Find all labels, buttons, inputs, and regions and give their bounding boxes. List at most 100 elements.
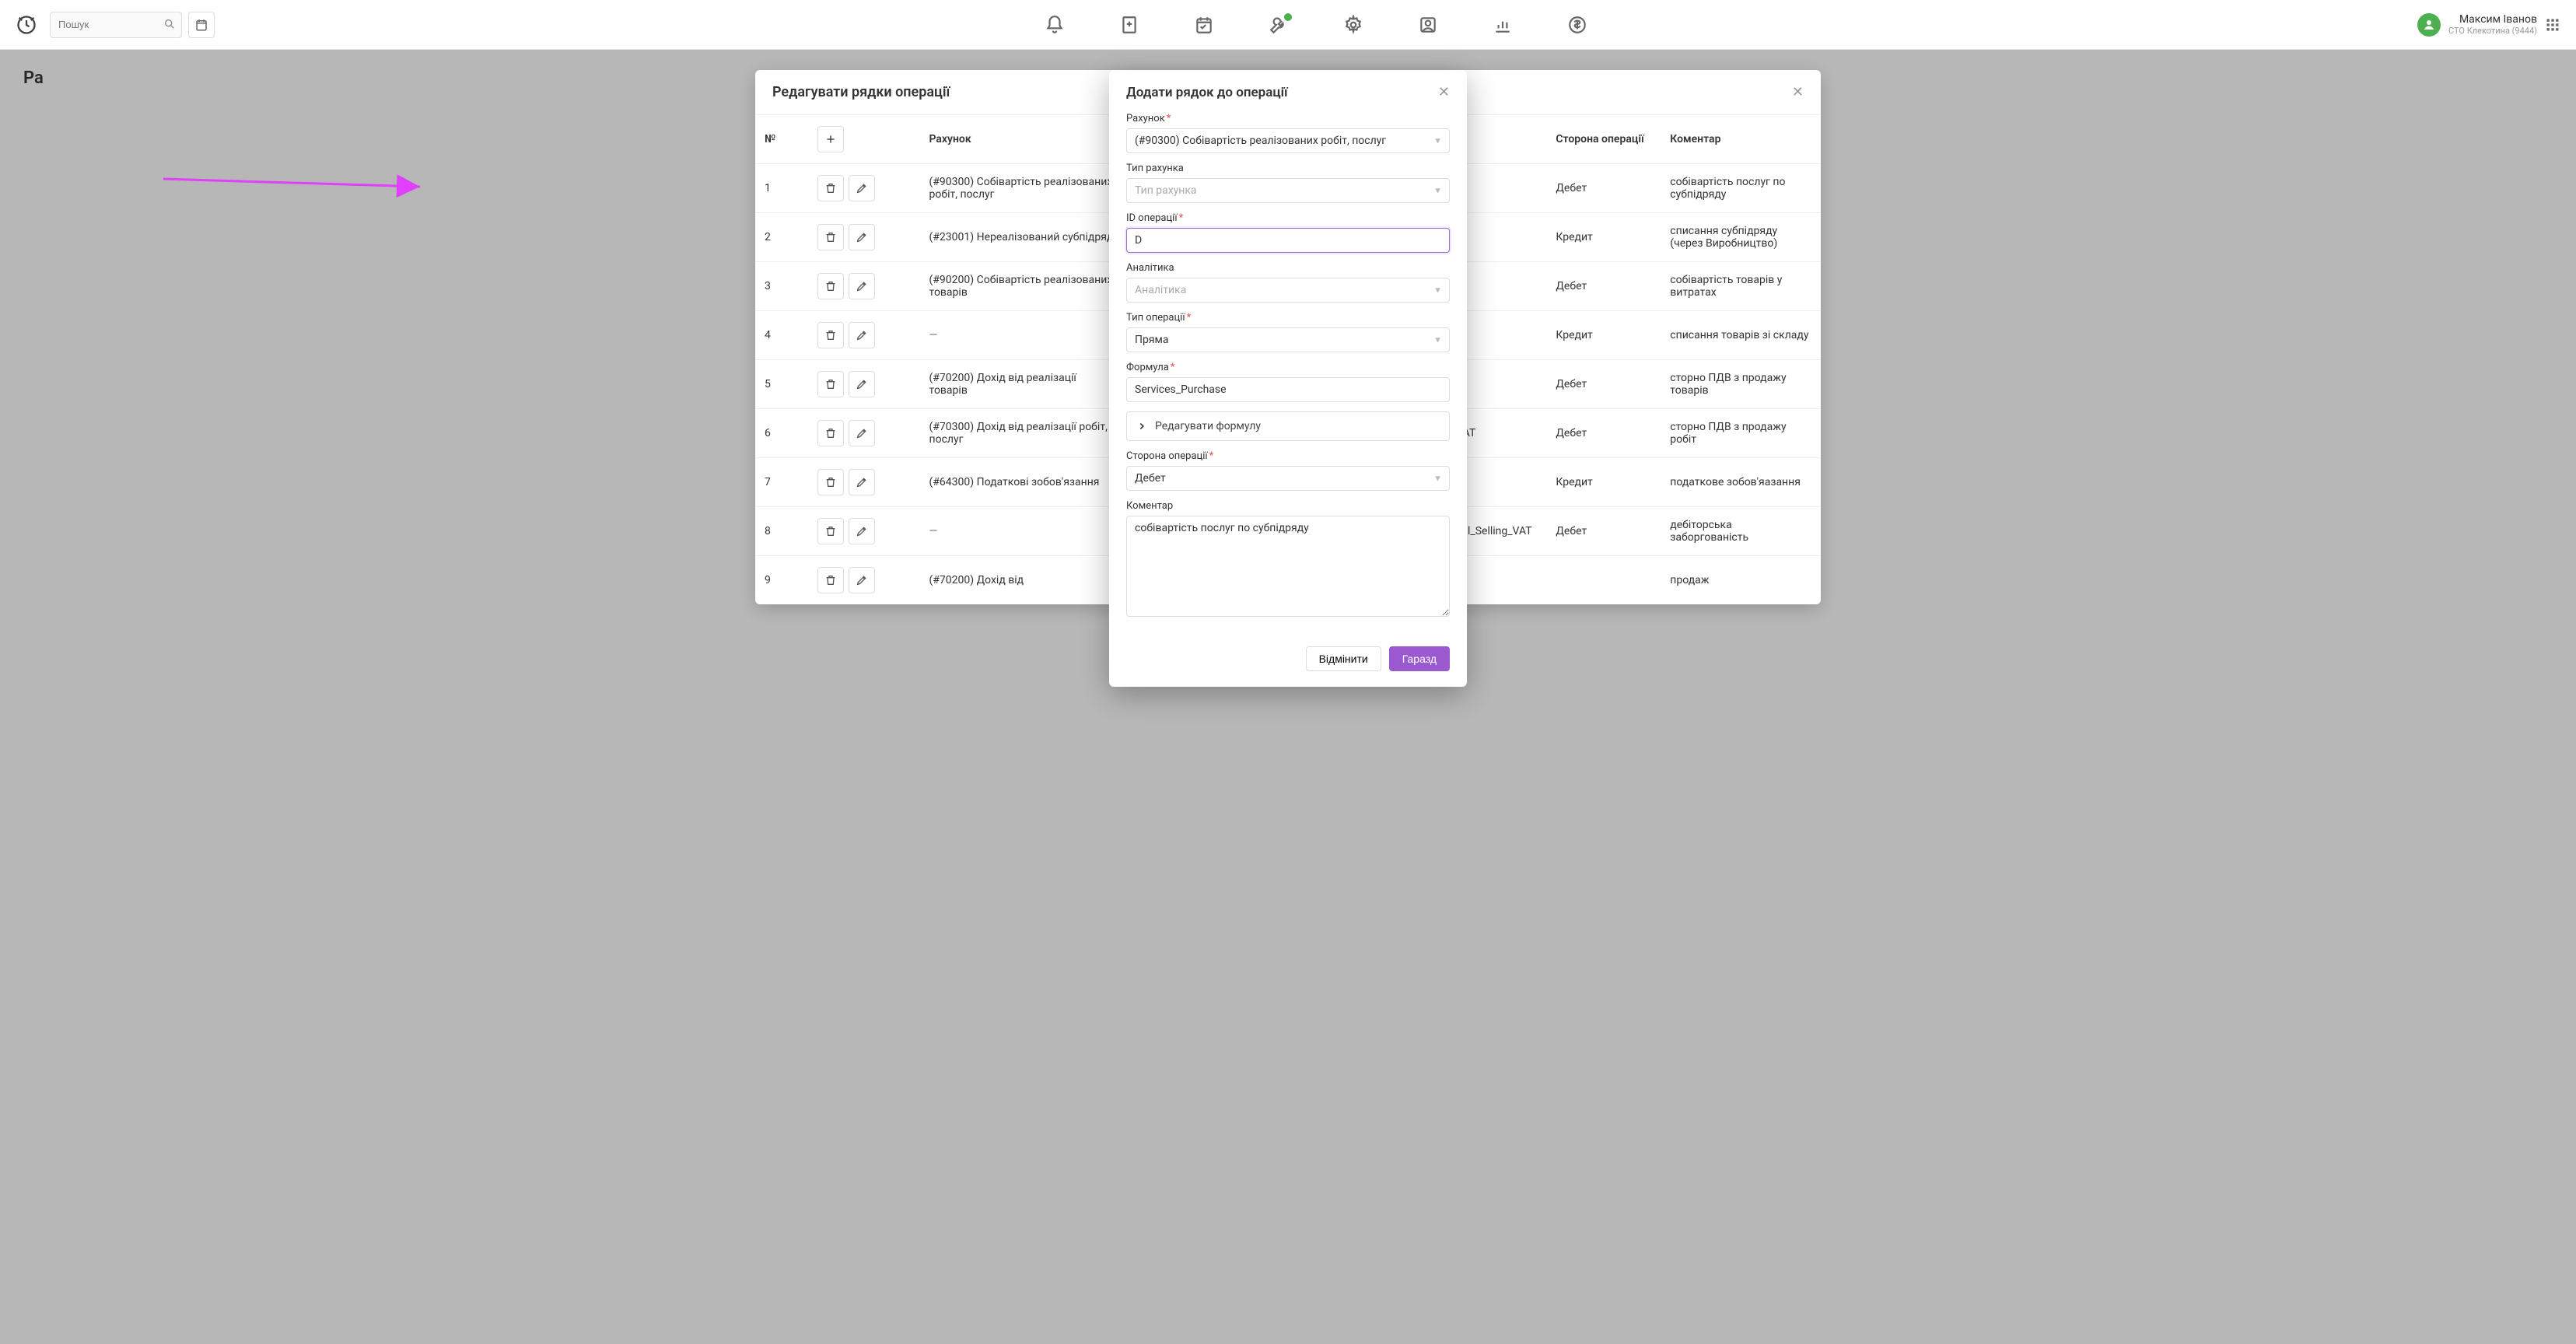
cell-actions <box>808 213 920 262</box>
apps-grid-icon[interactable] <box>2545 17 2560 33</box>
cell-side: Кредит <box>1546 458 1661 507</box>
delete-button[interactable] <box>817 371 844 397</box>
delete-button[interactable] <box>817 322 844 348</box>
side-select[interactable]: Дебет <box>1126 466 1450 491</box>
cell-account: — <box>920 311 1125 360</box>
cell-comment: сторно ПДВ з продажу робіт <box>1661 409 1821 458</box>
cell-num: 1 <box>755 164 808 213</box>
edit-formula-label: Редагувати формулу <box>1155 420 1261 432</box>
label-op-type: Тип операції* <box>1126 312 1450 324</box>
acc-type-select[interactable]: Тип рахунка <box>1126 178 1450 203</box>
label-side: Сторона операції* <box>1126 450 1450 462</box>
close-icon[interactable]: ✕ <box>1438 84 1450 100</box>
cell-comment: списання товарів зі складу <box>1661 311 1821 360</box>
delete-button[interactable] <box>817 518 844 544</box>
analytics-select[interactable]: Аналітика <box>1126 278 1450 303</box>
bell-icon[interactable] <box>1045 15 1065 35</box>
cell-side: Дебет <box>1546 360 1661 409</box>
schedule-icon[interactable] <box>1194 15 1214 35</box>
col-comment: Коментар <box>1661 115 1821 164</box>
cell-comment: собівартість послуг по субпідряду <box>1661 164 1821 213</box>
cell-side <box>1546 556 1661 605</box>
add-row-button[interactable] <box>817 126 844 152</box>
cell-account: — <box>920 507 1125 556</box>
cell-actions <box>808 458 920 507</box>
delete-button[interactable] <box>817 175 844 201</box>
cell-comment: собівартість товарів у витратах <box>1661 262 1821 311</box>
label-account: Рахунок* <box>1126 113 1450 124</box>
cell-num: 6 <box>755 409 808 458</box>
label-op-id: ID операції* <box>1126 212 1450 224</box>
col-account: Рахунок <box>920 115 1125 164</box>
edit-button[interactable] <box>849 175 875 201</box>
search-input[interactable] <box>50 12 182 38</box>
cell-comment: продаж <box>1661 556 1821 605</box>
topbar: Максим Іванов СТО Клекотина (9444) <box>0 0 2576 50</box>
edit-button[interactable] <box>849 420 875 446</box>
col-side: Сторона операції <box>1546 115 1661 164</box>
cell-side: Дебет <box>1546 507 1661 556</box>
cell-comment: списання субпідряду (через Виробництво) <box>1661 213 1821 262</box>
delete-button[interactable] <box>817 420 844 446</box>
cell-side: Дебет <box>1546 262 1661 311</box>
cell-actions <box>808 556 920 605</box>
edit-formula-expander[interactable]: Редагувати формулу <box>1126 411 1450 441</box>
op-type-select[interactable]: Пряма <box>1126 327 1450 352</box>
modal1-title: Редагувати рядки операції <box>772 84 950 100</box>
avatar <box>2417 13 2441 37</box>
comment-textarea[interactable] <box>1126 516 1450 617</box>
cell-num: 8 <box>755 507 808 556</box>
cell-account: (#90300) Собівартість реалізованих робіт… <box>920 164 1125 213</box>
search-icon[interactable] <box>163 18 176 30</box>
cell-num: 3 <box>755 262 808 311</box>
edit-button[interactable] <box>849 567 875 593</box>
money-icon[interactable] <box>1567 15 1587 35</box>
ok-button[interactable]: Гаразд <box>1389 646 1450 671</box>
app-logo-icon[interactable] <box>16 14 37 36</box>
edit-button[interactable] <box>849 322 875 348</box>
cancel-button[interactable]: Відмінити <box>1306 646 1381 671</box>
cell-account: (#64300) Податкові зобов'язання <box>920 458 1125 507</box>
cell-actions <box>808 360 920 409</box>
cell-actions <box>808 262 920 311</box>
op-id-input[interactable] <box>1126 228 1450 253</box>
wrench-icon[interactable] <box>1269 15 1289 35</box>
delete-button[interactable] <box>817 469 844 495</box>
delete-button[interactable] <box>817 567 844 593</box>
label-analytics: Аналітика <box>1126 262 1450 274</box>
calendar-button[interactable] <box>188 12 215 38</box>
col-number: № <box>755 115 808 164</box>
cell-num: 7 <box>755 458 808 507</box>
edit-button[interactable] <box>849 518 875 544</box>
close-icon[interactable]: ✕ <box>1792 84 1804 100</box>
user-name: Максим Іванов <box>2459 13 2537 26</box>
edit-button[interactable] <box>849 273 875 299</box>
cell-comment: сторно ПДВ з продажу товарів <box>1661 360 1821 409</box>
add-row-modal: Додати рядок до операції ✕ Рахунок* (#90… <box>1109 70 1467 687</box>
cell-side: Кредит <box>1546 311 1661 360</box>
chart-icon[interactable] <box>1493 15 1513 35</box>
cell-num: 2 <box>755 213 808 262</box>
gear-icon[interactable] <box>1343 15 1363 35</box>
edit-button[interactable] <box>849 469 875 495</box>
delete-button[interactable] <box>817 224 844 250</box>
cell-actions <box>808 409 920 458</box>
cell-account: (#70200) Дохід від реалізації товарів <box>920 360 1125 409</box>
cell-account: (#90200) Собівартість реалізованих товар… <box>920 262 1125 311</box>
contact-icon[interactable] <box>1418 15 1438 35</box>
cell-actions <box>808 507 920 556</box>
modal2-title: Додати рядок до операції <box>1126 85 1288 100</box>
new-doc-icon[interactable] <box>1119 15 1139 35</box>
delete-button[interactable] <box>817 273 844 299</box>
cell-num: 4 <box>755 311 808 360</box>
edit-button[interactable] <box>849 371 875 397</box>
cell-account: (#23001) Нереалізований субпідряд <box>920 213 1125 262</box>
col-actions <box>808 115 920 164</box>
user-area[interactable]: Максим Іванов СТО Клекотина (9444) <box>2417 13 2560 37</box>
account-select[interactable]: (#90300) Собівартість реалізованих робіт… <box>1126 128 1450 153</box>
cell-account: (#70300) Дохід від реалізації робіт, пос… <box>920 409 1125 458</box>
user-org: СТО Клекотина (9444) <box>2448 26 2537 36</box>
formula-input[interactable] <box>1126 377 1450 402</box>
label-acc-type: Тип рахунка <box>1126 163 1450 174</box>
edit-button[interactable] <box>849 224 875 250</box>
